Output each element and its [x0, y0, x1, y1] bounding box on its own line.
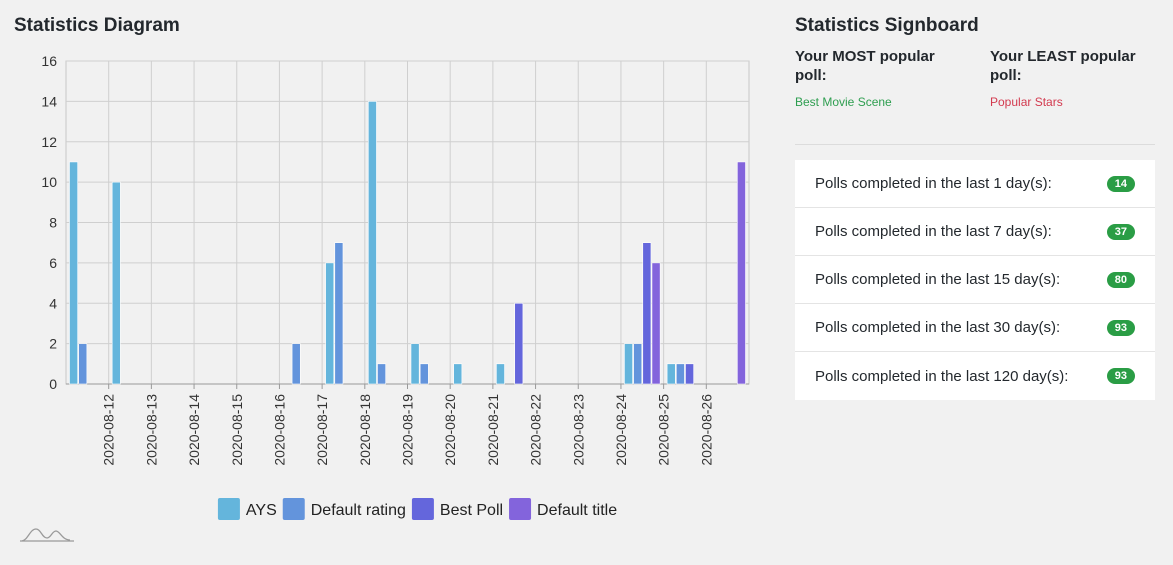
x-tick-label: 2020-08-17 [314, 394, 330, 466]
bar-default-rating [291, 343, 301, 385]
legend-swatch [217, 498, 240, 520]
legend-label: Default rating [311, 502, 406, 519]
x-tick-label: 2020-08-12 [101, 394, 117, 466]
stat-label: Polls completed in the last 1 day(s): [815, 175, 1052, 192]
x-axis-ticks: 2020-08-12 2020-08-13 2020-08-14 2020-08-15… [101, 394, 715, 466]
x-tick-label: 2020-08-19 [400, 394, 416, 466]
bar-default-rating [377, 363, 386, 385]
chart-wave-logo-icon [20, 528, 74, 542]
bar-ays [666, 363, 676, 385]
legend-swatch [509, 498, 532, 520]
stat-count-badge: 93 [1106, 319, 1135, 336]
legend-item[interactable]: Best Poll [411, 498, 503, 520]
signboard-title: Statistics Signboard [795, 15, 979, 36]
bar-ays [496, 363, 505, 385]
stat-row-15-days: Polls completed in the last 15 day(s): 8… [795, 256, 1155, 304]
chart-legend[interactable]: AYS Default rating Best Poll Default title [217, 498, 617, 520]
y-tick-label: 16 [41, 53, 57, 69]
bar-ays [624, 343, 633, 385]
y-tick-label: 10 [41, 174, 57, 190]
bar-ays [111, 181, 121, 385]
bar-best-poll [685, 363, 694, 385]
stat-row-1-day: Polls completed in the last 1 day(s): 14 [795, 160, 1155, 208]
least-popular-heading: Your LEAST popular poll: [990, 48, 1136, 84]
legend-swatch [282, 498, 305, 520]
y-axis-ticks: 0 2 4 6 8 10 12 14 16 [41, 53, 57, 392]
bar-default-rating [633, 343, 643, 385]
stat-row-120-days: Polls completed in the last 120 day(s): … [795, 352, 1155, 400]
legend-label: Default title [537, 502, 617, 519]
y-tick-label: 6 [49, 255, 57, 271]
y-tick-label: 8 [49, 215, 57, 231]
bar-ays [368, 101, 377, 385]
x-tick-label: 2020-08-15 [229, 394, 245, 466]
bar-best-poll [642, 242, 652, 385]
stat-count-badge: 14 [1106, 175, 1135, 192]
legend-item[interactable]: AYS [217, 498, 277, 520]
x-tick-label: 2020-08-20 [442, 394, 458, 466]
stat-count-badge: 93 [1106, 368, 1135, 384]
bar-default-rating [419, 363, 429, 385]
bar-ays [69, 161, 78, 385]
statistics-bar-chart: 0246810121416 2020-08-12 2020-08-13 2020-0… [41, 53, 750, 520]
x-tick-label: 2020-08-24 [613, 394, 629, 466]
least-popular-poll-link[interactable]: Popular Stars [990, 95, 1160, 109]
y-tick-label: 14 [41, 93, 57, 109]
stat-row-30-days: Polls completed in the last 30 day(s): 9… [795, 304, 1155, 352]
bar-default-rating [334, 242, 344, 385]
divider [795, 144, 1155, 145]
legend-label: Best Poll [440, 502, 503, 519]
stat-label: Polls completed in the last 120 day(s): [815, 367, 1069, 385]
most-popular-poll: Your MOST popular poll: Best Movie Scene [795, 47, 965, 109]
least-popular-poll: Your LEAST popular poll: Popular Stars [990, 47, 1160, 109]
x-tick-label: 2020-08-13 [143, 394, 159, 466]
bar-default-rating [675, 363, 685, 385]
x-tick-label: 2020-08-23 [570, 394, 586, 466]
y-tick-label: 12 [41, 134, 57, 150]
stat-count-badge: 37 [1106, 223, 1135, 240]
y-tick-label: 0 [49, 376, 57, 392]
x-tick-label: 2020-08-14 [186, 394, 202, 466]
bar-ays [453, 363, 463, 385]
y-tick-label: 4 [49, 295, 57, 311]
x-tick-label: 2020-08-16 [271, 394, 287, 466]
stats-list: Polls completed in the last 1 day(s): 14… [795, 160, 1155, 400]
bar-best-poll [514, 302, 524, 385]
legend-item[interactable]: Default rating [282, 498, 406, 520]
x-tick-label: 2020-08-22 [528, 394, 544, 466]
x-tick-label: 2020-08-25 [656, 394, 672, 466]
stat-label: Polls completed in the last 15 day(s): [815, 271, 1061, 288]
bar-default-rating [78, 343, 88, 385]
legend-item[interactable]: Default title [509, 498, 617, 520]
stat-row-7-days: Polls completed in the last 7 day(s): 37 [795, 208, 1155, 256]
y-tick-label: 2 [49, 336, 57, 352]
legend-label: AYS [246, 502, 277, 519]
bar-ays [325, 262, 335, 385]
stat-label: Polls completed in the last 7 day(s): [815, 223, 1052, 240]
bar-default-title [651, 262, 661, 385]
bar-default-title [737, 161, 746, 385]
most-popular-heading: Your MOST popular poll: [795, 48, 935, 84]
x-tick-label: 2020-08-26 [698, 394, 714, 466]
x-tick-label: 2020-08-21 [485, 394, 501, 466]
legend-swatch [411, 498, 434, 520]
stat-count-badge: 80 [1106, 271, 1135, 288]
most-popular-poll-link[interactable]: Best Movie Scene [795, 95, 965, 109]
x-tick-label: 2020-08-18 [357, 394, 373, 466]
stat-label: Polls completed in the last 30 day(s): [815, 319, 1061, 336]
bar-ays [410, 343, 420, 385]
chart-title: Statistics Diagram [14, 15, 180, 36]
